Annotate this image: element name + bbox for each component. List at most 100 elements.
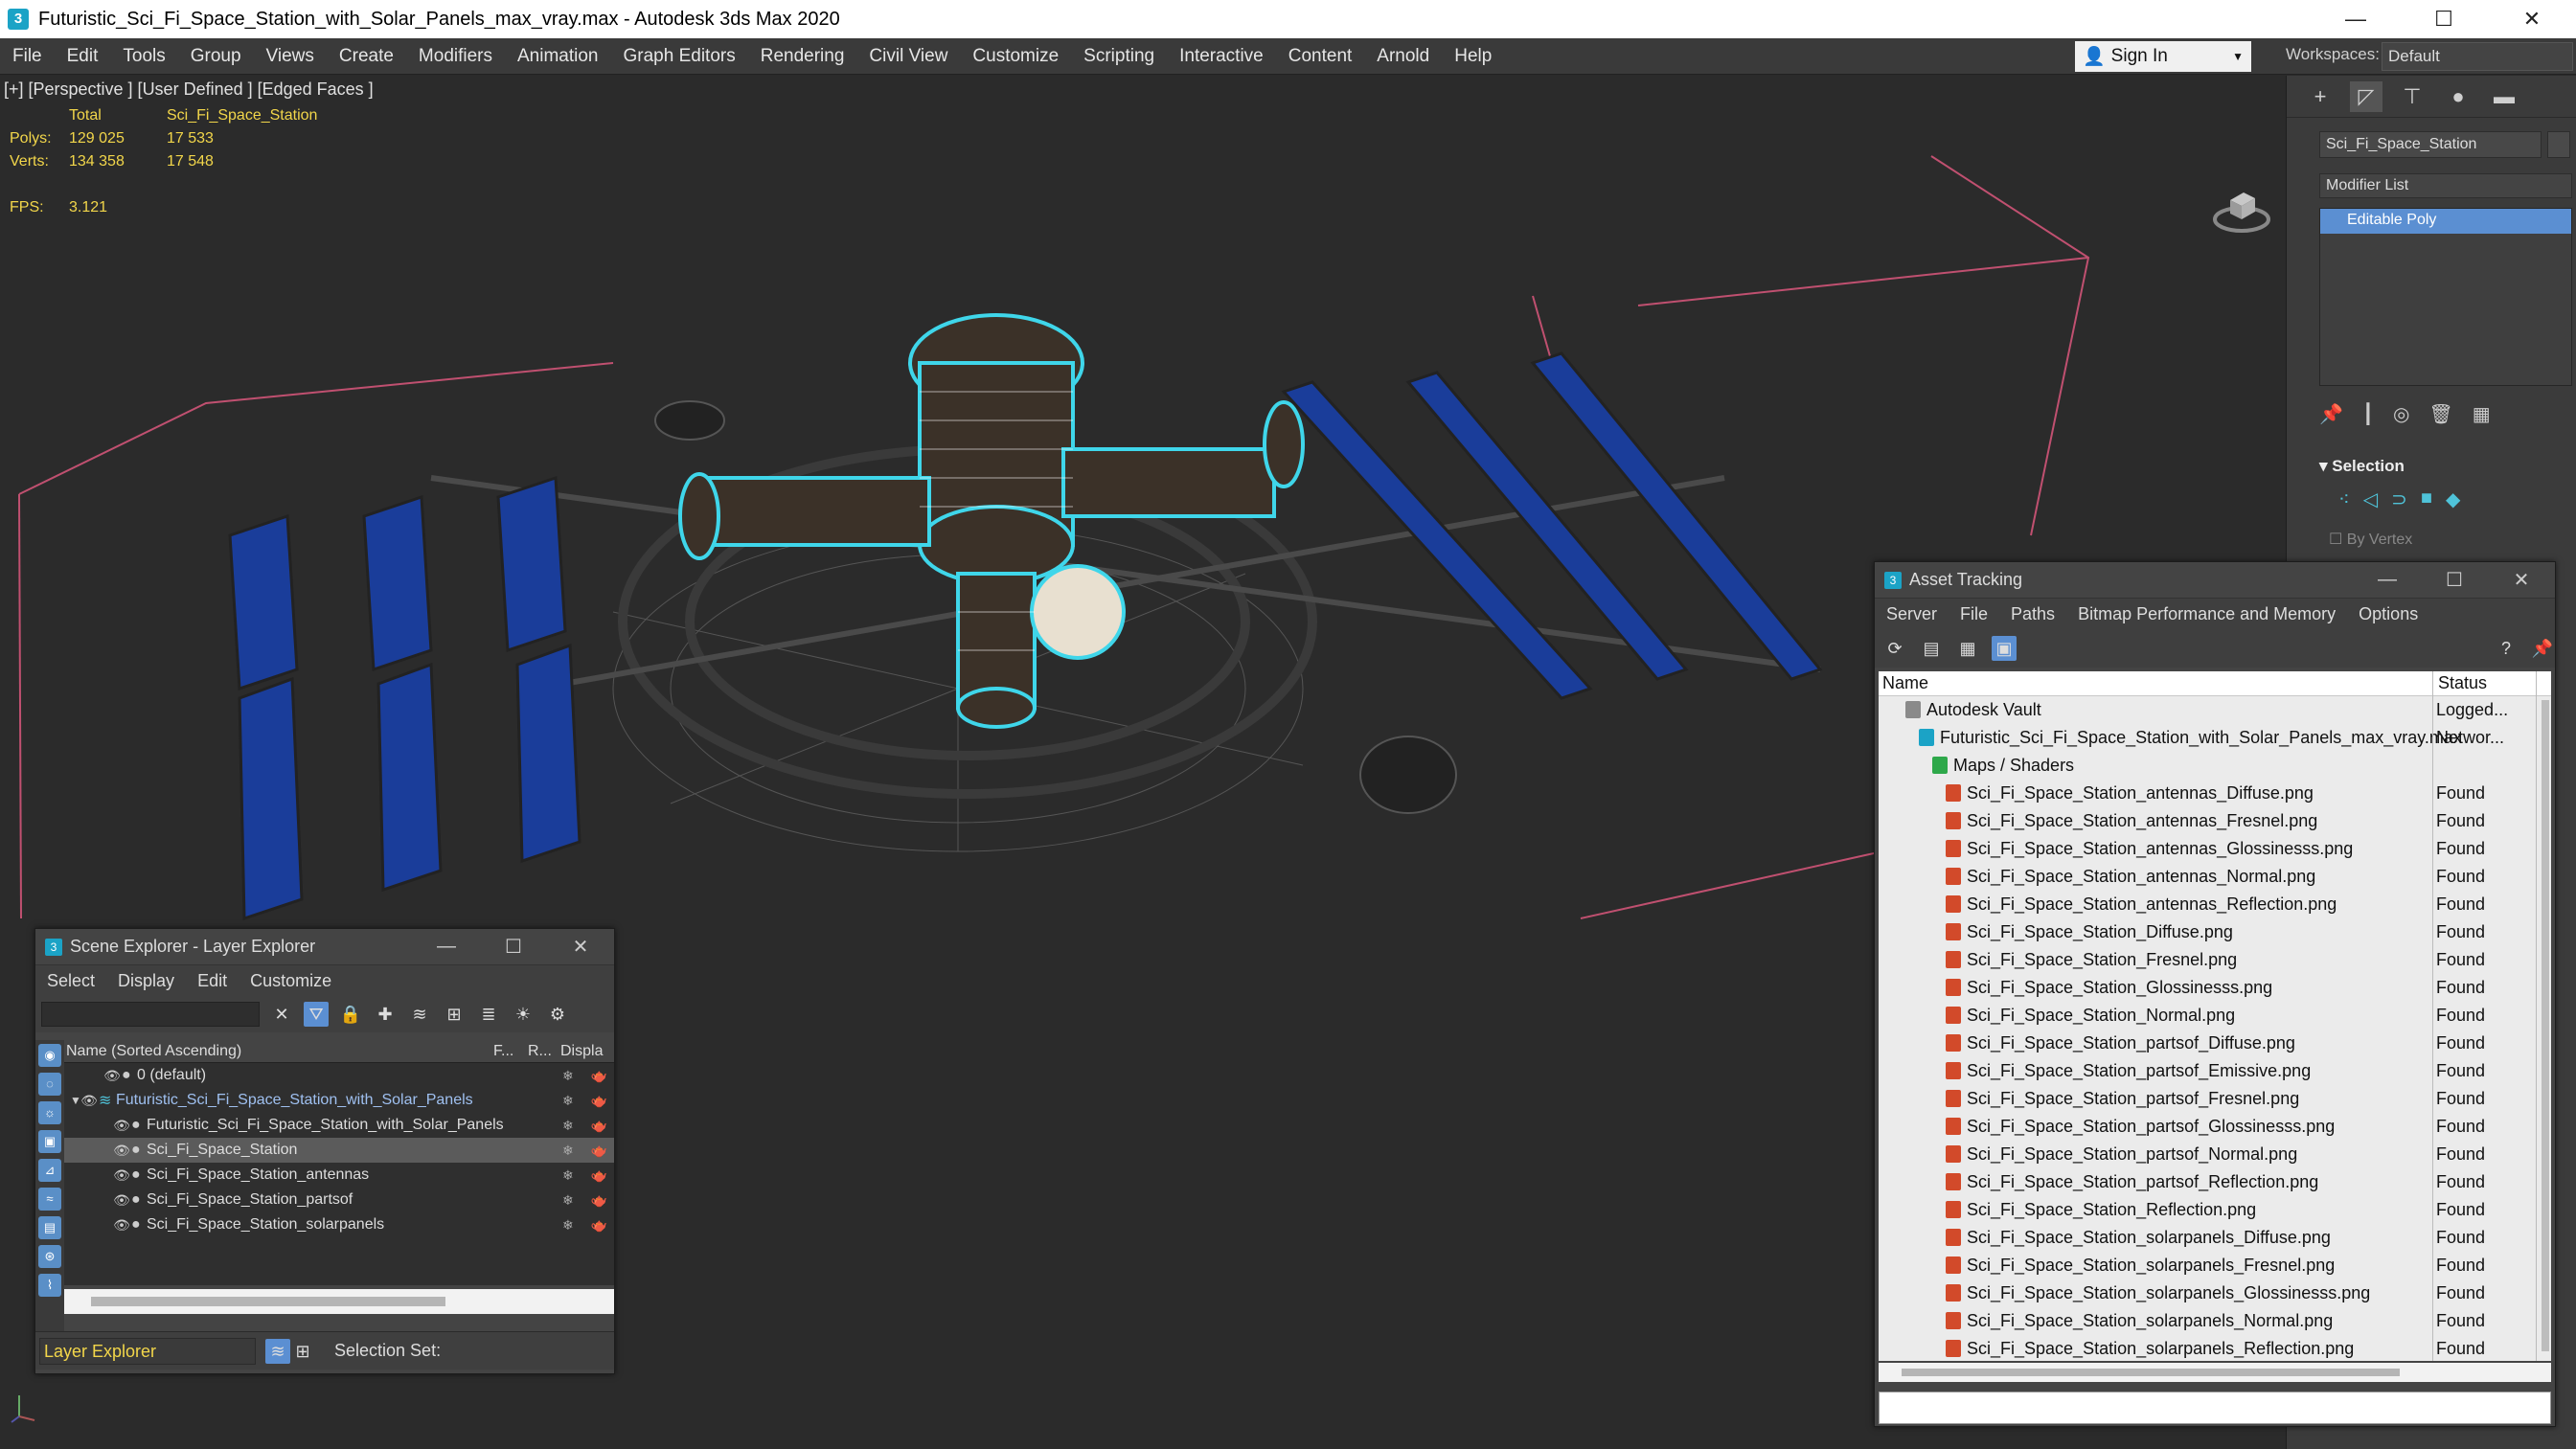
menu-modifiers[interactable]: Modifiers bbox=[406, 46, 505, 67]
display-lights-icon[interactable]: ☼ bbox=[38, 1101, 61, 1124]
viewport-label[interactable]: [+] [Perspective ] [User Defined ] [Edge… bbox=[4, 79, 374, 100]
refresh-icon[interactable]: ⟳ bbox=[1882, 636, 1907, 661]
col-name-header[interactable]: Name (Sorted Ascending) bbox=[64, 1043, 493, 1060]
menu-file[interactable]: File bbox=[0, 46, 55, 67]
se-search-input[interactable] bbox=[41, 1002, 260, 1027]
display-spacewarps-icon[interactable]: ≈ bbox=[38, 1188, 61, 1211]
at-table-row[interactable]: Futuristic_Sci_Fi_Space_Station_with_Sol… bbox=[1879, 724, 2551, 752]
object-color-swatch[interactable] bbox=[2547, 131, 2570, 158]
menu-customize[interactable]: Customize bbox=[960, 46, 1071, 67]
freeze-icon[interactable]: ❄ bbox=[562, 1217, 574, 1234]
at-table-row[interactable]: Sci_Fi_Space_Station_solarpanels_Reflect… bbox=[1879, 1335, 2551, 1361]
lock-icon[interactable]: 🔒 bbox=[338, 1002, 363, 1027]
display-shapes-icon[interactable]: ◌ bbox=[38, 1073, 61, 1096]
at-table-row[interactable]: Sci_Fi_Space_Station_antennas_Glossiness… bbox=[1879, 835, 2551, 863]
at-table-row[interactable]: Sci_Fi_Space_Station_partsof_Diffuse.png… bbox=[1879, 1030, 2551, 1057]
layers-stack-icon[interactable]: ≋ bbox=[407, 1002, 432, 1027]
menu-group[interactable]: Group bbox=[178, 46, 254, 67]
layer-explorer-icon[interactable]: ≋ bbox=[265, 1338, 290, 1364]
menu-animation[interactable]: Animation bbox=[505, 46, 611, 67]
se-menu-select[interactable]: Select bbox=[35, 971, 106, 991]
stack-item-editable-poly[interactable]: Editable Poly bbox=[2320, 209, 2571, 234]
menu-views[interactable]: Views bbox=[254, 46, 327, 67]
menu-rendering[interactable]: Rendering bbox=[748, 46, 857, 67]
layer-manager-icon[interactable]: ≣ bbox=[476, 1002, 501, 1027]
create-tab-icon[interactable]: + bbox=[2304, 81, 2337, 112]
viewcube-icon[interactable] bbox=[2213, 181, 2270, 238]
at-vertical-scrollbar[interactable] bbox=[2542, 700, 2549, 1351]
se-menu-edit[interactable]: Edit bbox=[186, 971, 239, 991]
render-icon[interactable]: 🫖 bbox=[591, 1217, 607, 1234]
workspaces-dropdown[interactable]: Default bbox=[2382, 42, 2573, 71]
at-col-name-header[interactable]: Name bbox=[1879, 673, 2434, 693]
make-unique-icon[interactable]: ◎ bbox=[2393, 402, 2409, 426]
at-table-row[interactable]: Sci_Fi_Space_Station_antennas_Fresnel.pn… bbox=[1879, 807, 2551, 835]
list-view-icon[interactable]: ▤ bbox=[1919, 636, 1944, 661]
menu-edit[interactable]: Edit bbox=[55, 46, 111, 67]
at-horizontal-scrollbar[interactable] bbox=[1879, 1363, 2551, 1382]
eye-icon[interactable]: 👁 bbox=[112, 1167, 131, 1184]
freeze-icon[interactable]: ❄ bbox=[562, 1093, 574, 1109]
remove-modifier-icon[interactable]: 🗑 bbox=[2428, 402, 2452, 426]
se-table-row[interactable]: 👁 ● Sci_Fi_Space_Station ❄ 🫖 bbox=[64, 1138, 614, 1163]
configure-modifier-sets-icon[interactable]: ▦ bbox=[2473, 402, 2491, 426]
menu-graph-editors[interactable]: Graph Editors bbox=[611, 46, 748, 67]
se-close-button[interactable]: ✕ bbox=[547, 935, 614, 959]
settings-icon[interactable]: ⚙ bbox=[545, 1002, 570, 1027]
close-button[interactable]: ✕ bbox=[2488, 0, 2576, 38]
display-xrefs-icon[interactable]: ⊛ bbox=[38, 1245, 61, 1268]
object-name-field[interactable]: Sci_Fi_Space_Station bbox=[2319, 131, 2542, 158]
at-table-row[interactable]: Sci_Fi_Space_Station_partsof_Emissive.pn… bbox=[1879, 1057, 2551, 1085]
eye-icon[interactable]: 👁 bbox=[80, 1093, 99, 1109]
at-menu-file[interactable]: File bbox=[1949, 604, 1999, 624]
menu-arnold[interactable]: Arnold bbox=[1364, 46, 1442, 67]
se-table-row[interactable]: 👁 ● Sci_Fi_Space_Station_antennas ❄ 🫖 bbox=[64, 1163, 614, 1188]
eye-icon[interactable]: 👁 bbox=[112, 1192, 131, 1209]
menu-interactive[interactable]: Interactive bbox=[1167, 46, 1276, 67]
polygon-icon[interactable]: ■ bbox=[2421, 487, 2432, 511]
edge-icon[interactable]: ◁ bbox=[2363, 487, 2378, 511]
se-minimize-button[interactable]: — bbox=[413, 936, 480, 958]
pin-stack-icon[interactable]: 📌 bbox=[2319, 402, 2343, 426]
display-bones-icon[interactable]: ⌇ bbox=[38, 1274, 61, 1297]
tree-view-icon[interactable]: ▣ bbox=[1992, 636, 2017, 661]
se-horizontal-scrollbar[interactable] bbox=[64, 1289, 614, 1314]
display-geometry-icon[interactable]: ◉ bbox=[38, 1044, 61, 1067]
at-table-row[interactable]: Sci_Fi_Space_Station_antennas_Diffuse.pn… bbox=[1879, 780, 2551, 807]
at-table-row[interactable]: Sci_Fi_Space_Station_Normal.png Found bbox=[1879, 1002, 2551, 1030]
menu-scripting[interactable]: Scripting bbox=[1071, 46, 1167, 67]
at-table-row[interactable]: Maps / Shaders bbox=[1879, 752, 2551, 780]
menu-civil-view[interactable]: Civil View bbox=[856, 46, 960, 67]
selection-rollout-header[interactable]: ▾ Selection bbox=[2319, 457, 2572, 476]
at-menu-bitmap-performance[interactable]: Bitmap Performance and Memory bbox=[2066, 604, 2347, 624]
eye-icon[interactable]: 👁 bbox=[112, 1217, 131, 1234]
clear-search-icon[interactable]: ✕ bbox=[269, 1002, 294, 1027]
at-menu-server[interactable]: Server bbox=[1875, 604, 1949, 624]
sign-in-button[interactable]: 👤 Sign In ▼ bbox=[2075, 41, 2251, 72]
freeze-icon[interactable]: ❄ bbox=[562, 1118, 574, 1134]
freeze-icon[interactable]: ❄ bbox=[562, 1192, 574, 1209]
col-f-header[interactable]: F... bbox=[493, 1043, 528, 1060]
freeze-icon[interactable]: ❄ bbox=[562, 1143, 574, 1159]
at-table-row[interactable]: Sci_Fi_Space_Station_Diffuse.png Found bbox=[1879, 918, 2551, 946]
minimize-button[interactable]: — bbox=[2312, 0, 2400, 38]
pin-icon[interactable]: 📌 bbox=[2530, 636, 2555, 661]
se-maximize-button[interactable]: ☐ bbox=[480, 935, 547, 959]
col-display-header[interactable]: Displa bbox=[560, 1043, 603, 1060]
hierarchy-tab-icon[interactable]: ⊤ bbox=[2396, 81, 2428, 112]
se-menu-customize[interactable]: Customize bbox=[239, 971, 343, 991]
at-table-row[interactable]: Sci_Fi_Space_Station_Reflection.png Found bbox=[1879, 1196, 2551, 1224]
at-table-row[interactable]: Sci_Fi_Space_Station_solarpanels_Normal.… bbox=[1879, 1307, 2551, 1335]
at-path-input[interactable] bbox=[1879, 1392, 2551, 1424]
menu-create[interactable]: Create bbox=[327, 46, 406, 67]
at-table-row[interactable]: Sci_Fi_Space_Station_partsof_Fresnel.png… bbox=[1879, 1085, 2551, 1113]
render-icon[interactable]: 🫖 bbox=[591, 1143, 607, 1159]
render-icon[interactable]: 🫖 bbox=[591, 1192, 607, 1209]
se-menu-display[interactable]: Display bbox=[106, 971, 186, 991]
display-groups-icon[interactable]: ▤ bbox=[38, 1216, 61, 1239]
at-table-row[interactable]: Autodesk Vault Logged... bbox=[1879, 696, 2551, 724]
se-table-row[interactable]: 👁 ● Futuristic_Sci_Fi_Space_Station_with_S… bbox=[64, 1113, 614, 1138]
help-icon[interactable]: ? bbox=[2494, 636, 2519, 661]
at-table-row[interactable]: Sci_Fi_Space_Station_partsof_Reflection.… bbox=[1879, 1168, 2551, 1196]
render-icon[interactable]: 🫖 bbox=[591, 1167, 607, 1184]
